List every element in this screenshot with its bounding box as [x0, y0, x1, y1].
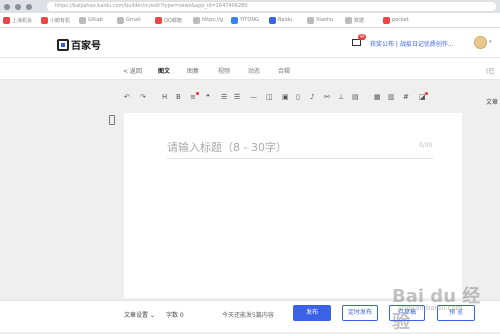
new-badge-dot	[425, 92, 428, 95]
chart-icon[interactable]: ▤	[352, 92, 359, 102]
ordered-list-icon[interactable]: ☰	[221, 92, 227, 102]
new-badge-dot	[196, 92, 199, 95]
editor-area[interactable]: 请输入标题（8 - 30字） 0/30	[124, 113, 462, 298]
watermark-sub: jingyan.baidu.com	[398, 304, 463, 312]
back-link[interactable]: < 返回	[123, 66, 142, 75]
mail-icon[interactable]	[352, 39, 361, 46]
side-panel-label: 文章	[486, 99, 499, 106]
notice-link[interactable]: 获奖公布 | 战疫日记优质创作...	[370, 39, 454, 48]
bookmark-favicon-icon	[383, 16, 390, 24]
bookmark-item[interactable]: pocket	[383, 16, 417, 24]
bookmark-favicon-icon	[269, 16, 276, 24]
image-icon[interactable]: ◫	[266, 92, 273, 102]
tab-video[interactable]: 视频	[218, 66, 230, 75]
editor-toolbar: ↶ ↷ H B ≡ ❝ ☰ ☰ — ◫ ▣ ▯ ♪ ⚯ ⊥ ▤ ▦ ▥ # ◪	[124, 92, 442, 102]
browser-tabbar: https://baijiahao.baidu.com/builder/rc/e…	[0, 0, 500, 13]
redo-icon[interactable]: ↷	[140, 92, 146, 102]
publish-button[interactable]: 发布	[293, 305, 331, 321]
bookmark-favicon-icon	[117, 16, 124, 24]
logo-icon	[57, 38, 69, 51]
tab-collection[interactable]: 合辑	[278, 66, 290, 75]
vote-icon[interactable]: ⊥	[338, 92, 344, 102]
content-type-nav: < 返回 图文 图集 视频 动态 合辑 (已	[0, 58, 500, 80]
bookmark-label: QQ邮箱	[164, 17, 182, 24]
bookmark-label: Baidu	[278, 17, 293, 23]
bookmark-item[interactable]: 小鹅有机	[41, 16, 75, 24]
remaining-posts: 今天还能发5篇内容	[222, 312, 274, 319]
back-nav-icon[interactable]	[4, 3, 10, 10]
bookmark-label: Xiaohu	[316, 17, 334, 23]
phone-preview-icon[interactable]	[109, 115, 115, 125]
divider-icon[interactable]: —	[250, 92, 257, 102]
tab-gallery[interactable]: 图集	[187, 66, 199, 75]
bookmarks-bar: 上海机会 小鹅有机 Gitlab Gmail QQ邮箱 https://g YiTONG Ba…	[0, 13, 500, 28]
bookmark-item[interactable]: Baidu	[269, 16, 303, 24]
align-icon[interactable]: ≡	[190, 92, 196, 102]
bookmark-item[interactable]: 数据	[345, 16, 379, 24]
bookmark-favicon-icon	[193, 16, 200, 24]
bookmark-label: 数据	[354, 17, 365, 24]
bookmark-item[interactable]: https://g	[193, 16, 227, 24]
undo-icon[interactable]: ↶	[124, 92, 130, 102]
bookmark-favicon-icon	[345, 16, 352, 24]
video-icon[interactable]: ▯	[296, 92, 300, 102]
bookmark-favicon-icon	[155, 16, 162, 24]
bookmark-favicon-icon	[79, 16, 86, 24]
mail-badge: 99	[358, 34, 366, 40]
title-input[interactable]: 请输入标题（8 - 30字）	[167, 139, 287, 155]
card-icon[interactable]: ▥	[388, 92, 395, 102]
bookmark-favicon-icon	[3, 16, 10, 24]
bookmark-label: 小鹅有机	[50, 17, 71, 24]
bookmark-item[interactable]: Gmail	[117, 16, 151, 24]
bookmark-label: Gitlab	[88, 17, 103, 23]
reload-icon[interactable]	[26, 3, 32, 10]
bookmark-item[interactable]: 上海机会	[3, 16, 37, 24]
right-link[interactable]: (已	[486, 66, 494, 75]
forward-nav-icon[interactable]	[15, 3, 21, 10]
picture-icon[interactable]: ▣	[282, 92, 289, 102]
music-icon[interactable]: ♪	[310, 92, 314, 102]
avatar[interactable]	[474, 36, 487, 49]
bookmark-item[interactable]: Xiaohu	[307, 16, 341, 24]
bold-icon[interactable]: B	[176, 92, 181, 102]
article-settings-dropdown[interactable]: 文章设置 ⌄	[124, 310, 155, 319]
link-icon[interactable]: ⚯	[324, 92, 330, 102]
chevron-down-icon[interactable]: ▾	[489, 39, 492, 45]
bookmark-label: YiTONG	[240, 17, 259, 23]
tab-article[interactable]: 图文	[158, 66, 170, 75]
quote-icon[interactable]: ❝	[206, 92, 210, 102]
app-header: 百家号 99 获奖公布 | 战疫日记优质创作... ▾	[0, 28, 500, 58]
word-count: 字数 0	[166, 312, 184, 319]
logo[interactable]: 百家号	[57, 37, 101, 52]
bookmark-label: pocket	[392, 17, 409, 23]
unordered-list-icon[interactable]: ☰	[234, 92, 240, 102]
bookmark-label: 上海机会	[12, 17, 33, 24]
heading-icon[interactable]: H	[162, 92, 167, 102]
bookmark-item[interactable]: QQ邮箱	[155, 16, 189, 24]
hashtag-icon[interactable]: #	[403, 92, 409, 102]
table-icon[interactable]: ▦	[374, 92, 381, 102]
bookmark-item[interactable]: Gitlab	[79, 16, 113, 24]
address-bar[interactable]: https://baijiahao.baidu.com/builder/rc/e…	[47, 2, 496, 11]
bookmark-favicon-icon	[41, 16, 48, 24]
tab-dynamic[interactable]: 动态	[248, 66, 260, 75]
bookmark-label: Gmail	[126, 17, 141, 23]
logo-text: 百家号	[71, 41, 101, 52]
title-underline	[167, 158, 433, 159]
title-char-count: 0/30	[419, 142, 433, 149]
bookmark-favicon-icon	[231, 16, 238, 24]
bookmark-item[interactable]: YiTONG	[231, 16, 265, 24]
bookmark-favicon-icon	[307, 16, 314, 24]
watermark: Bai du 经验 jingyan.baidu.com	[372, 282, 482, 333]
bookmark-label: https://g	[202, 17, 224, 23]
